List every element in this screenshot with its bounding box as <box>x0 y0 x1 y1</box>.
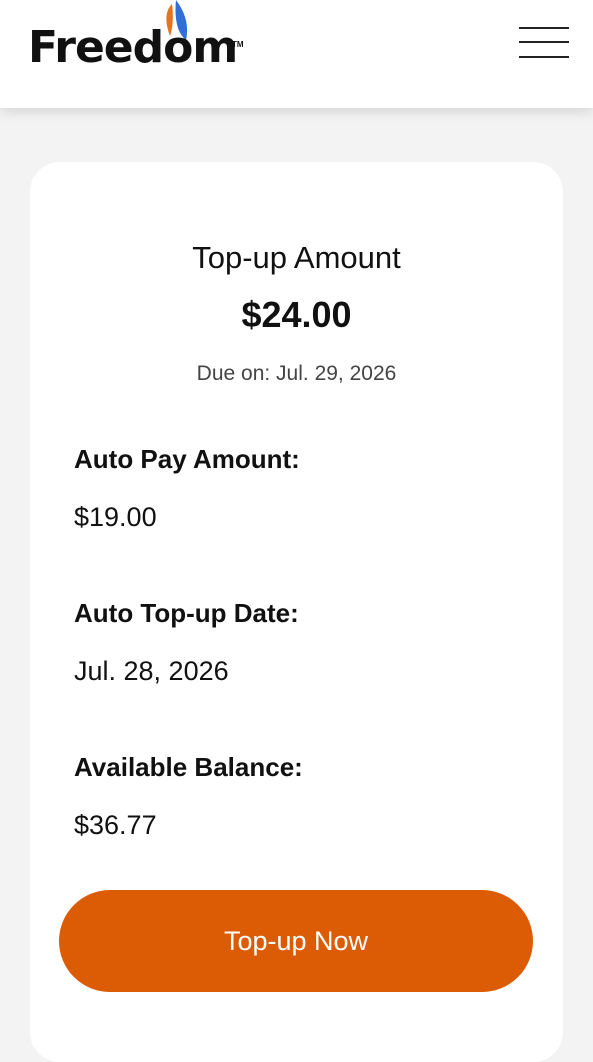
brand-name: Freedom <box>28 22 238 73</box>
topup-summary-card: Top-up Amount $24.00 Due on: Jul. 29, 20… <box>30 162 563 1062</box>
topup-amount-value: $24.00 <box>241 294 352 335</box>
topup-now-button[interactable]: Top-up Now <box>59 890 533 992</box>
auto-topup-date-label: Auto Top-up Date: <box>74 598 299 628</box>
auto-topup-date-value: Jul. 28, 2026 <box>74 656 229 686</box>
auto-pay-amount-label: Auto Pay Amount: <box>74 444 300 474</box>
auto-pay-amount-value: $19.00 <box>74 502 157 532</box>
available-balance-label: Available Balance: <box>74 752 303 782</box>
trademark-mark: TM <box>232 40 244 49</box>
hamburger-menu-button[interactable] <box>516 24 572 64</box>
available-balance-value: $36.77 <box>74 810 157 840</box>
freedom-logo[interactable]: Freedom TM <box>28 0 248 80</box>
topup-amount-label: Top-up Amount <box>192 240 401 275</box>
due-date: Due on: Jul. 29, 2026 <box>196 362 397 385</box>
site-header: Freedom TM <box>0 0 593 108</box>
